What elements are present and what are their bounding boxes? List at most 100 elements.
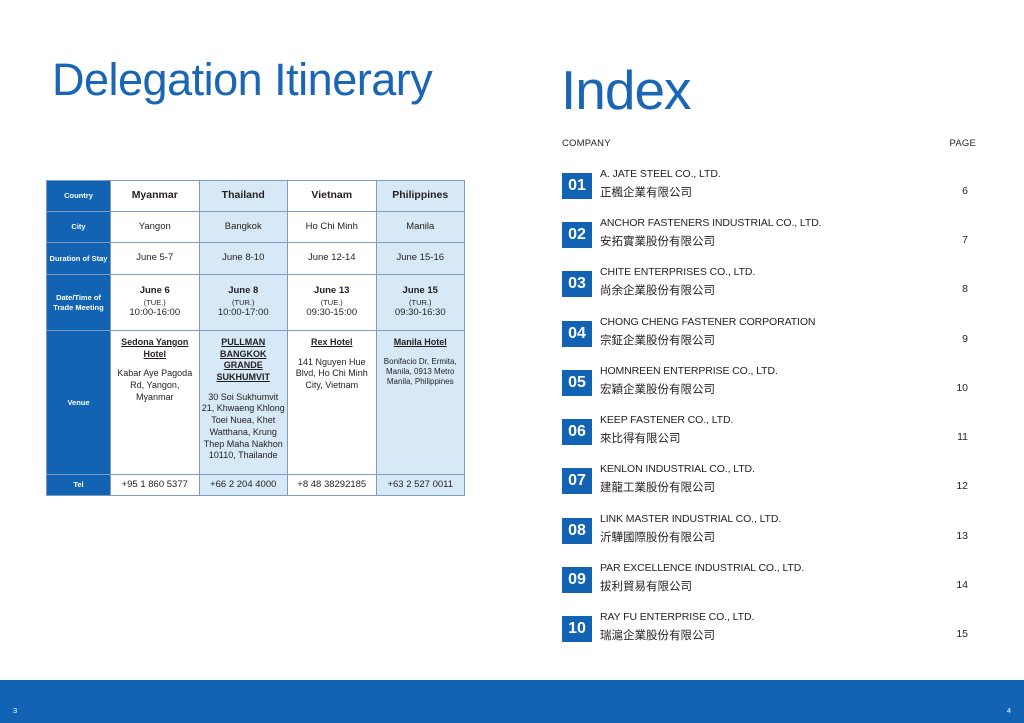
date-time-cell: June 13 (TUE.) 09:30-15:00: [287, 274, 377, 331]
duration-cell: June 5-7: [110, 242, 200, 275]
index-entry[interactable]: 02 ANCHOR FASTENERS INDUSTRIAL CO., LTD.…: [562, 215, 976, 255]
company-name-en: A. JATE STEEL CO., LTD.: [600, 168, 721, 180]
entry-number-badge: 01: [562, 173, 592, 199]
hotel-address: 141 Nguyen Hue Blvd, Ho Chi Minh City, V…: [295, 356, 368, 391]
meeting-time: 09:30-16:30: [394, 307, 446, 319]
tel-cell: +66 2 204 4000: [198, 474, 288, 496]
meeting-date: June 6: [139, 285, 170, 297]
city-cell: Yangon: [110, 211, 200, 243]
venue-cell: Manila Hotel Bonifacio Dr, Ermita, Manil…: [375, 330, 465, 475]
meeting-date: June 13: [314, 285, 350, 297]
page-number: 15: [956, 628, 968, 640]
entry-number-badge: 09: [562, 567, 592, 593]
company-name-zh: 正楓企業有限公司: [600, 185, 692, 199]
company-name-zh: 沂驊國際股份有限公司: [600, 530, 715, 544]
page-number: 14: [956, 579, 968, 591]
city-row: City Yangon Bangkok Ho Chi Minh Manila: [46, 211, 465, 243]
venue-row: Venue Sedona Yangon Hotel Kabar Aye Pago…: [46, 330, 465, 475]
hotel-address: 30 Soi Sukhumvit 21, Khwaeng Khlong Toei…: [201, 391, 285, 461]
row-label-duration: Duration of Stay: [46, 242, 111, 275]
company-name-en: LINK MASTER INDUSTRIAL CO., LTD.: [600, 513, 782, 525]
company-name-zh: 宏穎企業股份有限公司: [600, 382, 715, 396]
index-entry[interactable]: 10 RAY FU ENTERPRISE CO., LTD. 瑞滬企業股份有限公…: [562, 609, 976, 649]
row-label-date-time: Date/Time of Trade Meeting: [46, 274, 111, 331]
company-name-en: KENLON INDUSTRIAL CO., LTD.: [600, 463, 755, 475]
page-number: 6: [962, 185, 968, 197]
entry-number-badge: 02: [562, 222, 592, 248]
hotel-address: Kabar Aye Pagoda Rd, Yangon, Myanmar: [117, 368, 193, 402]
company-name-en: ANCHOR FASTENERS INDUSTRIAL CO., LTD.: [600, 217, 822, 229]
index-title: Index: [561, 59, 692, 121]
company-name-zh: 尚余企業股份有限公司: [600, 283, 715, 297]
page-number: 10: [956, 382, 968, 394]
meeting-weekday: (TUR.): [232, 297, 255, 307]
duration-cell: June 12-14: [287, 242, 377, 275]
meeting-weekday: (TUE.): [320, 297, 343, 307]
country-cell: Vietnam: [287, 180, 377, 212]
company-name-en: KEEP FASTENER CO., LTD.: [600, 414, 734, 426]
meeting-weekday: (TUR.): [409, 297, 432, 307]
hotel-name: Sedona Yangon Hotel: [121, 337, 189, 359]
entry-number-badge: 03: [562, 271, 592, 297]
page-number-right: 4: [1006, 706, 1011, 715]
company-name-en: PAR EXCELLENCE INDUSTRIAL CO., LTD.: [600, 562, 805, 574]
country-cell: Philippines: [375, 180, 465, 212]
index-entry[interactable]: 07 KENLON INDUSTRIAL CO., LTD. 建龍工業股份有限公…: [562, 461, 976, 501]
page-number: 7: [962, 234, 968, 246]
hotel-address: Bonifacio Dr, Ermita, Manila, 0913 Metro…: [383, 356, 457, 387]
hotel-name: Rex Hotel: [310, 337, 353, 347]
entry-number-badge: 05: [562, 370, 592, 396]
date-time-cell: June 8 (TUR.) 10:00-17:00: [198, 274, 288, 331]
company-name-en: RAY FU ENTERPRISE CO., LTD.: [600, 611, 755, 623]
city-cell: Manila: [375, 211, 465, 243]
meeting-weekday: (TUE.): [143, 297, 166, 307]
company-name-zh: 來比得有限公司: [600, 431, 681, 445]
country-cell: Thailand: [198, 180, 288, 212]
company-name-zh: 建龍工業股份有限公司: [600, 480, 715, 494]
tel-cell: +95 1 860 5377: [110, 474, 200, 496]
entry-number-badge: 10: [562, 616, 592, 642]
index-entry[interactable]: 04 CHONG CHENG FASTENER CORPORATION 宗鉦企業…: [562, 314, 976, 354]
duration-cell: June 8-10: [198, 242, 288, 275]
date-time-cell: June 15 (TUR.) 09:30-16:30: [375, 274, 465, 331]
meeting-date: June 8: [228, 285, 259, 297]
footer-bar: 3 4: [0, 680, 1024, 723]
index-entry[interactable]: 01 A. JATE STEEL CO., LTD. 正楓企業有限公司 6: [562, 166, 976, 206]
itinerary-title: Delegation Itinerary: [52, 54, 433, 105]
company-name-en: HOMNREEN ENTERPRISE CO., LTD.: [600, 365, 778, 377]
index-entry[interactable]: 06 KEEP FASTENER CO., LTD. 來比得有限公司 11: [562, 412, 976, 452]
company-name-zh: 拔利貿易有限公司: [600, 579, 692, 593]
venue-cell: PULLMAN BANGKOK GRANDE SUKHUMVIT 30 Soi …: [198, 330, 288, 475]
index-entry[interactable]: 08 LINK MASTER INDUSTRIAL CO., LTD. 沂驊國際…: [562, 511, 976, 551]
meeting-time: 10:00-17:00: [217, 307, 269, 319]
page-number-left: 3: [13, 706, 18, 715]
country-cell: Myanmar: [110, 180, 200, 212]
page-number: 9: [962, 333, 968, 345]
company-name-zh: 瑞滬企業股份有限公司: [600, 628, 715, 642]
city-cell: Ho Chi Minh: [287, 211, 377, 243]
page-number: 8: [962, 283, 968, 295]
row-label-city: City: [46, 211, 111, 243]
entry-number-badge: 06: [562, 419, 592, 445]
index-entry[interactable]: 05 HOMNREEN ENTERPRISE CO., LTD. 宏穎企業股份有…: [562, 363, 976, 403]
entry-number-badge: 07: [562, 468, 592, 494]
date-time-cell: June 6 (TUE.) 10:00-16:00: [110, 274, 200, 331]
meeting-time: 09:30-15:00: [306, 307, 358, 319]
entry-number-badge: 08: [562, 518, 592, 544]
index-entry[interactable]: 09 PAR EXCELLENCE INDUSTRIAL CO., LTD. 拔…: [562, 560, 976, 600]
date-time-row: Date/Time of Trade Meeting June 6 (TUE.)…: [46, 274, 465, 331]
entry-number-badge: 04: [562, 321, 592, 347]
hotel-name: Manila Hotel: [393, 337, 447, 347]
index-entry[interactable]: 03 CHITE ENTERPRISES CO., LTD. 尚余企業股份有限公…: [562, 264, 976, 304]
hotel-name: PULLMAN BANGKOK GRANDE SUKHUMVIT: [216, 337, 271, 383]
itinerary-table: Country Myanmar Thailand Vietnam Philipp…: [46, 180, 465, 496]
city-cell: Bangkok: [198, 211, 288, 243]
venue-cell: Rex Hotel 141 Nguyen Hue Blvd, Ho Chi Mi…: [287, 330, 377, 475]
company-name-en: CHITE ENTERPRISES CO., LTD.: [600, 266, 756, 278]
company-name-en: CHONG CHENG FASTENER CORPORATION: [600, 316, 816, 328]
index-page-header: PAGE: [949, 138, 976, 149]
tel-cell: +63 2 527 0011: [375, 474, 465, 496]
tel-cell: +8 48 38292185: [287, 474, 377, 496]
page-number: 13: [956, 530, 968, 542]
page-number: 12: [956, 480, 968, 492]
